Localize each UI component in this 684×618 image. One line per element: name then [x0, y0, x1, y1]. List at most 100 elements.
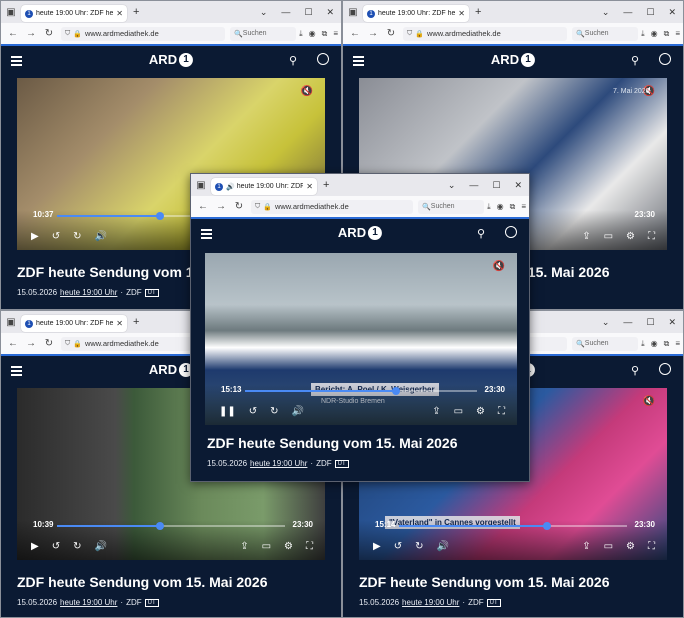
progress-handle[interactable] [543, 522, 552, 530]
fullscreen-icon[interactable]: ⛶ [306, 541, 313, 552]
close-tab-icon[interactable]: ✕ [458, 9, 465, 18]
forward-10-icon[interactable]: ↻ [270, 406, 278, 417]
new-tab-button[interactable]: + [133, 316, 139, 328]
tab-overview-icon[interactable]: ▣ [1, 7, 21, 18]
download-icon[interactable]: ⤓ [641, 339, 645, 349]
settings-icon[interactable]: ⚙ [284, 541, 293, 552]
lock-icon[interactable]: 🔒 [415, 30, 424, 38]
tab-list-icon[interactable]: ⌄ [448, 180, 456, 191]
minimize-button[interactable]: — [281, 7, 290, 17]
tab-list-icon[interactable]: ⌄ [260, 7, 268, 18]
lock-icon[interactable]: 🔒 [263, 203, 272, 211]
close-tab-icon[interactable]: ✕ [306, 182, 313, 191]
maximize-button[interactable]: ☐ [646, 317, 654, 328]
lock-icon[interactable]: 🔒 [73, 340, 82, 348]
menu-icon[interactable]: ≡ [333, 29, 338, 38]
hamburger-menu-icon[interactable] [11, 366, 22, 378]
forward-10-icon[interactable]: ↻ [415, 541, 423, 552]
url-bar[interactable]: ⛉🔒www.ardmediathek.de [251, 199, 414, 214]
shield-icon[interactable]: ⛉ [407, 30, 412, 38]
play-icon[interactable]: ▶ [31, 541, 39, 552]
close-tab-icon[interactable]: ✕ [116, 9, 123, 18]
download-icon[interactable]: ⤓ [299, 29, 303, 39]
minimize-button[interactable]: — [623, 7, 632, 17]
forward-10-icon[interactable]: ↻ [73, 231, 81, 242]
account-icon[interactable]: ◉ [651, 29, 658, 38]
show-link[interactable]: heute 19:00 Uhr [250, 459, 307, 468]
subtitles-icon[interactable]: ▭ [454, 406, 463, 417]
progress-bar[interactable] [245, 387, 477, 395]
progress-handle[interactable] [155, 212, 164, 220]
ard-logo[interactable]: ARD1 [149, 362, 194, 377]
tab-list-icon[interactable]: ⌄ [602, 7, 610, 18]
ard-logo[interactable]: ARD1 [491, 52, 536, 67]
fullscreen-icon[interactable]: ⛶ [648, 541, 655, 552]
tab-overview-icon[interactable]: ▣ [1, 317, 21, 328]
subtitles-icon[interactable]: ▭ [604, 231, 613, 242]
subtitles-icon[interactable]: ▭ [604, 541, 613, 552]
download-icon[interactable]: ⤓ [487, 202, 491, 212]
rewind-10-icon[interactable]: ↺ [52, 231, 60, 242]
url-bar[interactable]: ⛉🔒www.ardmediathek.de [61, 26, 226, 41]
user-account-icon[interactable] [505, 226, 517, 238]
back-icon[interactable]: ← [7, 338, 19, 349]
hamburger-menu-icon[interactable] [11, 56, 22, 68]
new-tab-button[interactable]: + [323, 179, 329, 191]
search-input[interactable]: 🔍 Suchen [572, 26, 639, 41]
site-search-icon[interactable]: ⚲ [289, 54, 297, 67]
url-bar[interactable]: ⛉🔒www.ardmediathek.de [403, 26, 568, 41]
settings-icon[interactable]: ⚙ [476, 406, 485, 417]
extensions-icon[interactable]: ⧉ [664, 339, 670, 349]
forward-icon[interactable]: → [25, 338, 37, 349]
lock-icon[interactable]: 🔒 [73, 30, 82, 38]
show-link[interactable]: heute 19:00 Uhr [60, 288, 117, 297]
play-icon[interactable]: ▶ [373, 541, 381, 552]
search-input[interactable]: 🔍 Suchen [572, 336, 639, 351]
maximize-button[interactable]: ☐ [492, 180, 500, 191]
new-tab-button[interactable]: + [133, 6, 139, 18]
close-window-button[interactable]: ✕ [668, 7, 676, 18]
shield-icon[interactable]: ⛉ [255, 203, 260, 211]
rewind-10-icon[interactable]: ↺ [394, 541, 402, 552]
show-link[interactable]: heute 19:00 Uhr [60, 598, 117, 607]
site-search-icon[interactable]: ⚲ [631, 54, 639, 67]
progress-handle[interactable] [155, 522, 164, 530]
menu-icon[interactable]: ≡ [675, 29, 680, 38]
share-icon[interactable]: ⇪ [432, 406, 440, 417]
close-window-button[interactable]: ✕ [514, 180, 522, 191]
fullscreen-icon[interactable]: ⛶ [498, 406, 505, 417]
progress-bar[interactable] [57, 522, 285, 530]
download-icon[interactable]: ⤓ [641, 29, 645, 39]
forward-10-icon[interactable]: ↻ [73, 541, 81, 552]
browser-tab[interactable]: 1heute 19:00 Uhr: ZDF heute Sen✕ [363, 5, 469, 22]
video-player[interactable]: 🔇Bericht: A. Poel / K. WeisgerberNDR-Stu… [205, 253, 517, 425]
share-icon[interactable]: ⇪ [582, 231, 590, 242]
tab-overview-icon[interactable]: ▣ [343, 7, 363, 18]
play-icon[interactable]: ▶ [31, 231, 39, 242]
maximize-button[interactable]: ☐ [304, 7, 312, 18]
back-icon[interactable]: ← [7, 28, 19, 39]
hamburger-menu-icon[interactable] [353, 56, 364, 68]
tab-list-icon[interactable]: ⌄ [602, 317, 610, 328]
menu-icon[interactable]: ≡ [675, 339, 680, 348]
search-input[interactable]: 🔍 Suchen [230, 26, 297, 41]
volume-icon[interactable]: 🔊 [292, 406, 304, 417]
new-tab-button[interactable]: + [475, 6, 481, 18]
extensions-icon[interactable]: ⧉ [322, 29, 328, 39]
muted-icon[interactable]: 🔇 [643, 396, 655, 407]
pause-icon[interactable]: ❚❚ [219, 406, 236, 417]
forward-icon[interactable]: → [25, 28, 37, 39]
subtitles-icon[interactable]: ▭ [262, 541, 271, 552]
hamburger-menu-icon[interactable] [201, 229, 212, 241]
browser-tab[interactable]: 1heute 19:00 Uhr: ZDF heute Sen✕ [21, 315, 127, 332]
reload-icon[interactable]: ↻ [385, 28, 397, 39]
close-window-button[interactable]: ✕ [326, 7, 334, 18]
settings-icon[interactable]: ⚙ [626, 231, 635, 242]
site-search-icon[interactable]: ⚲ [477, 227, 485, 240]
tab-overview-icon[interactable]: ▣ [191, 180, 211, 191]
user-account-icon[interactable] [659, 363, 671, 375]
reload-icon[interactable]: ↻ [43, 338, 55, 349]
settings-icon[interactable]: ⚙ [626, 541, 635, 552]
menu-icon[interactable]: ≡ [521, 202, 526, 211]
rewind-10-icon[interactable]: ↺ [249, 406, 257, 417]
